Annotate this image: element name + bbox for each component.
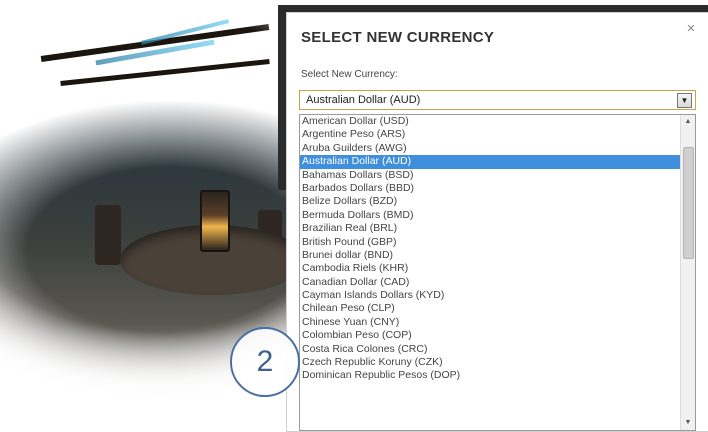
scrollbar[interactable]: ▲ ▼ <box>680 115 695 430</box>
currency-option[interactable]: Dominican Republic Pesos (DOP) <box>300 369 695 382</box>
chevron-down-icon[interactable]: ▼ <box>677 93 692 108</box>
currency-option[interactable]: Argentine Peso (ARS) <box>300 128 695 141</box>
scroll-thumb[interactable] <box>683 147 694 259</box>
currency-dialog: SELECT NEW CURRENCY ✕ Select New Currenc… <box>286 12 708 432</box>
currency-option[interactable]: Czech Republic Koruny (CZK) <box>300 356 695 369</box>
currency-option[interactable]: Cayman Islands Dollars (KYD) <box>300 289 695 302</box>
currency-option[interactable]: American Dollar (USD) <box>300 115 695 128</box>
close-icon[interactable]: ✕ <box>685 23 697 35</box>
currency-option[interactable]: Canadian Dollar (CAD) <box>300 276 695 289</box>
currency-select[interactable]: Australian Dollar (AUD) ▼ <box>299 90 696 110</box>
step-annotation-circle: 2 <box>230 327 300 397</box>
currency-option[interactable]: Australian Dollar (AUD) <box>300 155 695 169</box>
scroll-up-icon[interactable]: ▲ <box>681 115 695 129</box>
currency-option[interactable]: Cambodia Riels (KHR) <box>300 262 695 275</box>
field-label: Select New Currency: <box>301 69 398 80</box>
currency-option[interactable]: Belize Dollars (BZD) <box>300 195 695 208</box>
currency-option[interactable]: Bermuda Dollars (BMD) <box>300 209 695 222</box>
currency-option[interactable]: Brunei dollar (BND) <box>300 249 695 262</box>
currency-option[interactable]: Aruba Guilders (AWG) <box>300 142 695 155</box>
currency-option[interactable]: Colombian Peso (COP) <box>300 329 695 342</box>
step-number: 2 <box>256 345 274 378</box>
currency-dropdown-list[interactable]: American Dollar (USD) Argentine Peso (ARS… <box>299 114 696 431</box>
currency-option[interactable]: Brazilian Real (BRL) <box>300 222 695 235</box>
currency-option[interactable]: Costa Rica Colones (CRC) <box>300 343 695 356</box>
options-container: American Dollar (USD) Argentine Peso (ARS… <box>300 115 695 383</box>
currency-select-value: Australian Dollar (AUD) <box>306 94 421 106</box>
scroll-down-icon[interactable]: ▼ <box>681 416 695 430</box>
currency-option[interactable]: Chilean Peso (CLP) <box>300 302 695 315</box>
dialog-title: SELECT NEW CURRENCY <box>301 29 495 46</box>
currency-option[interactable]: British Pound (GBP) <box>300 236 695 249</box>
currency-option[interactable]: Chinese Yuan (CNY) <box>300 316 695 329</box>
currency-option[interactable]: Barbados Dollars (BBD) <box>300 182 695 195</box>
currency-option[interactable]: Bahamas Dollars (BSD) <box>300 169 695 182</box>
